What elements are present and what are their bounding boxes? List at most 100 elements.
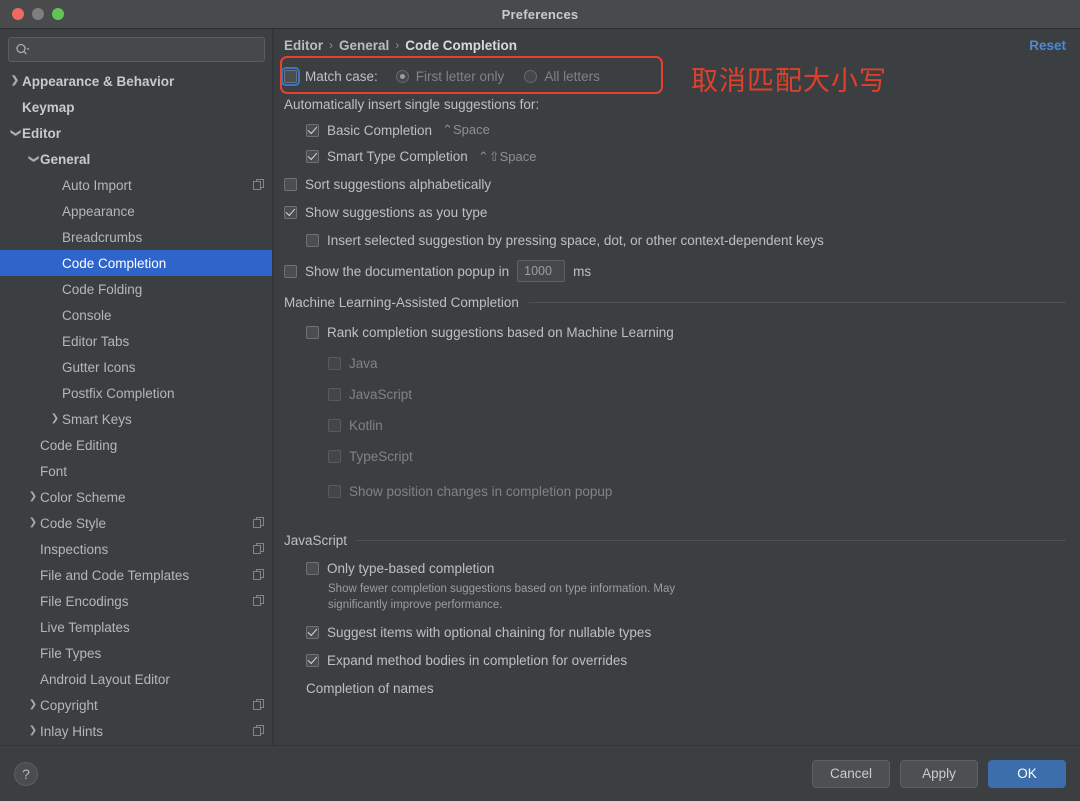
cancel-button[interactable]: Cancel xyxy=(812,760,890,788)
sidebar-item-label: File Encodings xyxy=(40,594,129,609)
ml-position-changes-row[interactable]: Show position changes in completion popu… xyxy=(328,472,1066,510)
sidebar-item-inlay-hints[interactable]: ❯Inlay Hints xyxy=(0,718,273,744)
ml-lang-java-row[interactable]: Java xyxy=(328,348,1066,379)
match-case-option-first[interactable]: First letter only xyxy=(396,69,505,84)
copy-settings-icon[interactable] xyxy=(253,725,265,737)
sidebar-item-android-layout-editor[interactable]: Android Layout Editor xyxy=(0,666,273,692)
show-as-you-type-row[interactable]: Show suggestions as you type xyxy=(284,198,1066,226)
smart-type-completion-shortcut: ⌃⇧Space xyxy=(478,149,537,165)
show-as-you-type-checkbox[interactable] xyxy=(284,206,297,219)
ml-lang-javascript-checkbox[interactable] xyxy=(328,388,341,401)
copy-settings-icon[interactable] xyxy=(253,699,265,711)
sidebar-item-label: Appearance & Behavior xyxy=(22,74,174,89)
js-only-type-based-checkbox[interactable] xyxy=(306,562,319,575)
basic-completion-row[interactable]: Basic Completion ⌃Space xyxy=(306,117,1066,143)
copy-settings-icon[interactable] xyxy=(253,517,265,529)
doc-popup-delay-input[interactable]: 1000 xyxy=(517,260,565,282)
chevron-right-icon[interactable]: ❯ xyxy=(48,414,62,424)
chevron-right-icon[interactable]: ❯ xyxy=(8,76,22,86)
ml-lang-kotlin-row[interactable]: Kotlin xyxy=(328,410,1066,441)
first-letter-radio[interactable] xyxy=(396,70,409,83)
sidebar-item-keymap[interactable]: Keymap xyxy=(0,94,273,120)
sidebar-item-breadcrumbs[interactable]: Breadcrumbs xyxy=(0,224,273,250)
ml-lang-typescript-checkbox[interactable] xyxy=(328,450,341,463)
apply-button[interactable]: Apply xyxy=(900,760,978,788)
basic-completion-checkbox[interactable] xyxy=(306,124,319,137)
smart-type-completion-row[interactable]: Smart Type Completion ⌃⇧Space xyxy=(306,143,1066,170)
chevron-down-icon[interactable]: ❯ xyxy=(10,126,20,140)
chevron-right-icon[interactable]: ❯ xyxy=(26,518,40,528)
sidebar-item-console[interactable]: Console xyxy=(0,302,273,328)
js-expand-method-bodies-row[interactable]: Expand method bodies in completion for o… xyxy=(306,646,1066,674)
insert-selected-row[interactable]: Insert selected suggestion by pressing s… xyxy=(306,226,1066,255)
help-button[interactable]: ? xyxy=(14,762,38,786)
match-case-checkbox[interactable] xyxy=(284,70,297,83)
sidebar-item-color-scheme[interactable]: ❯Color Scheme xyxy=(0,484,273,510)
sidebar-item-file-and-code-templates[interactable]: File and Code Templates xyxy=(0,562,273,588)
sidebar-item-appearance[interactable]: Appearance xyxy=(0,198,273,224)
sidebar-item-inspections[interactable]: Inspections xyxy=(0,536,273,562)
sidebar-item-label: Live Templates xyxy=(40,620,130,635)
breadcrumb-part-0[interactable]: Editor xyxy=(284,38,323,53)
js-only-type-based-row[interactable]: Only type-based completion xyxy=(306,555,1066,582)
chevron-down-icon[interactable]: ❯ xyxy=(28,152,38,166)
reset-link[interactable]: Reset xyxy=(1029,38,1066,53)
js-only-type-based-label: Only type-based completion xyxy=(327,561,494,576)
sidebar-item-code-editing[interactable]: Code Editing xyxy=(0,432,273,458)
match-case-option-all[interactable]: All letters xyxy=(524,69,600,84)
ml-rank-row[interactable]: Rank completion suggestions based on Mac… xyxy=(306,317,1066,348)
sidebar-item-code-folding[interactable]: Code Folding xyxy=(0,276,273,302)
ok-button[interactable]: OK xyxy=(988,760,1066,788)
sidebar-item-general[interactable]: ❯General xyxy=(0,146,273,172)
sidebar-item-live-templates[interactable]: Live Templates xyxy=(0,614,273,640)
sort-alphabetically-row[interactable]: Sort suggestions alphabetically xyxy=(284,170,1066,198)
sidebar-item-file-encodings[interactable]: File Encodings xyxy=(0,588,273,614)
insert-selected-checkbox[interactable] xyxy=(306,234,319,247)
sidebar-item-gutter-icons[interactable]: Gutter Icons xyxy=(0,354,273,380)
sidebar-item-code-style[interactable]: ❯Code Style xyxy=(0,510,273,536)
match-case-row: Match case: First letter only All letter… xyxy=(284,61,1066,91)
ml-lang-javascript-row[interactable]: JavaScript xyxy=(328,379,1066,410)
sidebar-item-editor[interactable]: ❯Editor xyxy=(0,120,273,146)
sidebar-item-label: Copyright xyxy=(40,698,98,713)
ml-lang-typescript-row[interactable]: TypeScript xyxy=(328,441,1066,472)
doc-popup-checkbox[interactable] xyxy=(284,265,297,278)
sidebar-item-editor-tabs[interactable]: Editor Tabs xyxy=(0,328,273,354)
copy-settings-icon[interactable] xyxy=(253,543,265,555)
chevron-right-icon[interactable]: ❯ xyxy=(26,492,40,502)
js-section-header: JavaScript xyxy=(284,525,1066,555)
sidebar-item-copyright[interactable]: ❯Copyright xyxy=(0,692,273,718)
copy-settings-icon[interactable] xyxy=(253,595,265,607)
sidebar-item-postfix-completion[interactable]: Postfix Completion xyxy=(0,380,273,406)
doc-popup-row[interactable]: Show the documentation popup in 1000 ms xyxy=(284,255,1066,287)
show-as-you-type-label: Show suggestions as you type xyxy=(305,205,487,220)
chevron-right-icon[interactable]: ❯ xyxy=(26,726,40,736)
js-optional-chaining-row[interactable]: Suggest items with optional chaining for… xyxy=(306,618,1066,646)
sidebar-item-font[interactable]: Font xyxy=(0,458,273,484)
sidebar-item-appearance-behavior[interactable]: ❯Appearance & Behavior xyxy=(0,68,273,94)
breadcrumb-part-1[interactable]: General xyxy=(339,38,389,53)
search-input[interactable] xyxy=(30,43,258,57)
sort-alphabetically-label: Sort suggestions alphabetically xyxy=(305,177,491,192)
search-box[interactable] xyxy=(8,37,265,62)
breadcrumb-row: Editor›General›Code Completion Reset xyxy=(274,29,1080,61)
ml-lang-java-checkbox[interactable] xyxy=(328,357,341,370)
js-optional-chaining-checkbox[interactable] xyxy=(306,626,319,639)
sidebar-item-smart-keys[interactable]: ❯Smart Keys xyxy=(0,406,273,432)
sidebar-item-label: Editor Tabs xyxy=(62,334,129,349)
sidebar-item-file-types[interactable]: File Types xyxy=(0,640,273,666)
ml-rank-checkbox[interactable] xyxy=(306,326,319,339)
sort-alphabetically-checkbox[interactable] xyxy=(284,178,297,191)
js-expand-method-bodies-checkbox[interactable] xyxy=(306,654,319,667)
smart-type-completion-checkbox[interactable] xyxy=(306,150,319,163)
copy-settings-icon[interactable] xyxy=(253,569,265,581)
ml-position-changes-checkbox[interactable] xyxy=(328,485,341,498)
ml-lang-kotlin-checkbox[interactable] xyxy=(328,419,341,432)
copy-settings-icon[interactable] xyxy=(253,179,265,191)
sidebar-item-auto-import[interactable]: Auto Import xyxy=(0,172,273,198)
all-letters-radio[interactable] xyxy=(524,70,537,83)
sidebar-item-code-completion[interactable]: Code Completion xyxy=(0,250,273,276)
breadcrumb-part-2: Code Completion xyxy=(405,38,517,53)
ml-section-divider xyxy=(529,302,1066,303)
chevron-right-icon[interactable]: ❯ xyxy=(26,700,40,710)
